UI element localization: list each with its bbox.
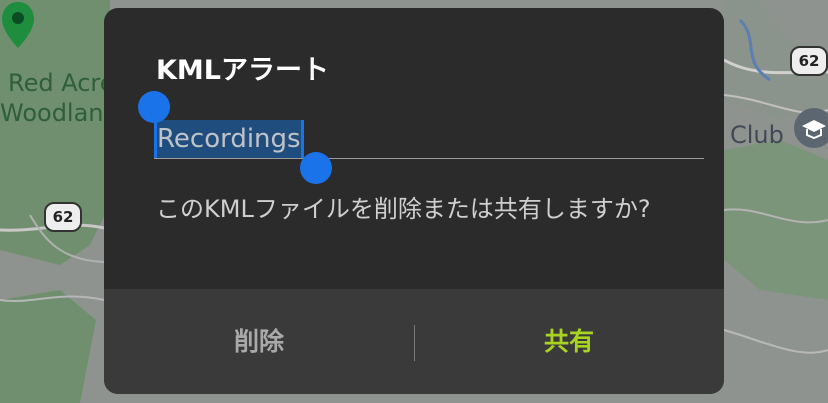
selection-start-handle[interactable] — [138, 91, 170, 123]
map-club-label: Club — [730, 121, 784, 149]
map-place-label-line1: Red Acre — [8, 69, 115, 97]
selection-end-caret — [300, 120, 304, 158]
filename-input[interactable]: Recordings — [154, 114, 704, 159]
text-selection-highlight: Recordings — [154, 120, 304, 158]
dialog-button-bar: 削除 共有 — [104, 289, 724, 394]
filename-input-value[interactable]: Recordings — [154, 120, 304, 158]
route-shield: 62 — [44, 202, 82, 232]
graduation-cap-icon[interactable] — [794, 108, 828, 148]
route-shield: 62 — [790, 46, 828, 76]
location-pin-icon[interactable] — [0, 0, 36, 60]
kml-alert-dialog: KMLアラート Recordings このKMLファイルを削除または共有しますか… — [104, 8, 724, 394]
selection-start-caret — [154, 120, 157, 158]
map-place-label-line2: Woodland — [0, 99, 119, 127]
selection-end-handle[interactable] — [300, 152, 332, 184]
share-button[interactable]: 共有 — [414, 289, 724, 394]
dialog-message: このKMLファイルを削除または共有しますか? — [156, 195, 651, 223]
dialog-title: KMLアラート — [156, 55, 329, 86]
delete-button[interactable]: 削除 — [104, 289, 414, 394]
